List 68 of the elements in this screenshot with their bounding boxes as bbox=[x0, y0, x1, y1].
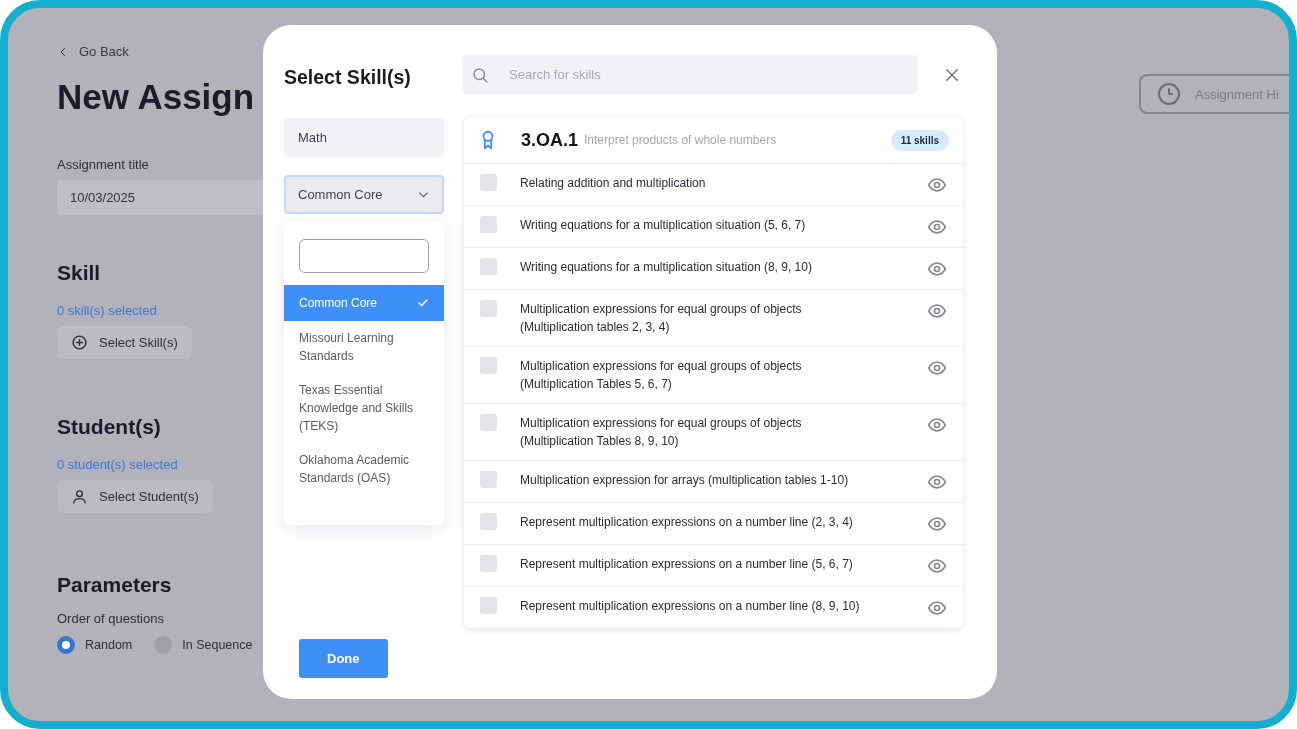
skill-name: Multiplication expressions for equal groups of objects (Multiplication Tables 8, 9, 10) bbox=[520, 415, 803, 450]
dropdown-option[interactable]: Texas Essential Knowledge and Skills (TEKS) bbox=[284, 373, 444, 443]
preview-button[interactable] bbox=[927, 175, 947, 195]
preview-button[interactable] bbox=[927, 472, 947, 492]
eye-icon bbox=[927, 472, 947, 492]
standard-description: Interpret products of whole numbers bbox=[584, 133, 777, 147]
select-student-button[interactable]: Select Student(s) bbox=[57, 480, 213, 513]
skill-name: Represent multiplication expressions on a number line (8, 9, 10) bbox=[520, 598, 861, 615]
preview-button[interactable] bbox=[927, 217, 947, 237]
skill-name: Multiplication expressions for equal groups of objects (Multiplication tables 2, 3, 4) bbox=[520, 301, 803, 336]
preview-button[interactable] bbox=[927, 598, 947, 618]
section-heading: Parameters bbox=[57, 573, 172, 597]
preview-button[interactable] bbox=[927, 259, 947, 279]
plus-circle-icon bbox=[71, 334, 88, 351]
section-heading: Skill bbox=[57, 261, 101, 285]
eye-icon bbox=[927, 556, 947, 576]
checkbox[interactable] bbox=[480, 216, 497, 233]
radio-button[interactable] bbox=[57, 636, 75, 654]
search-field[interactable]: Search for skills bbox=[462, 55, 917, 94]
field-label: Order of questions bbox=[57, 611, 164, 626]
radio-option[interactable]: In Sequence bbox=[154, 636, 253, 654]
checkbox[interactable] bbox=[480, 513, 497, 530]
search-icon bbox=[471, 66, 489, 84]
eye-icon bbox=[927, 358, 947, 378]
eye-icon bbox=[927, 175, 947, 195]
checkbox[interactable] bbox=[480, 597, 497, 614]
section-heading: Student(s) bbox=[57, 415, 161, 439]
skill-name: Writing equations for a multiplication situation (5, 6, 7) bbox=[520, 217, 807, 234]
user-icon bbox=[71, 488, 88, 505]
subject-field[interactable]: Math bbox=[284, 118, 444, 157]
page-title: New Assign bbox=[57, 77, 255, 117]
dropdown-option[interactable]: Oklahoma Academic Standards (OAS) bbox=[284, 443, 444, 495]
preview-button[interactable] bbox=[927, 514, 947, 534]
preview-button[interactable] bbox=[927, 301, 947, 321]
skill-name: Represent multiplication expressions on a number line (5, 6, 7) bbox=[520, 556, 854, 573]
select-skill-button[interactable]: Select Skill(s) bbox=[57, 326, 192, 359]
preview-button[interactable] bbox=[927, 415, 947, 435]
field-label: Assignment title bbox=[57, 157, 149, 172]
skill-name: Multiplication expression for arrays (multiplication tables 1-10) bbox=[520, 472, 850, 489]
eye-icon bbox=[927, 217, 947, 237]
preview-button[interactable] bbox=[927, 358, 947, 378]
eye-icon bbox=[927, 598, 947, 618]
dropdown-search-field[interactable] bbox=[299, 239, 429, 273]
modal-title: Select Skill(s) bbox=[284, 66, 412, 89]
eye-icon bbox=[927, 514, 947, 534]
skill-name: Represent multiplication expressions on a number line (2, 3, 4) bbox=[520, 514, 854, 531]
skill-name: Relating addition and multiplication bbox=[520, 175, 707, 192]
dropdown-option[interactable]: Missouri Learning Standards bbox=[284, 321, 444, 373]
checkbox[interactable] bbox=[480, 471, 497, 488]
radio-option[interactable]: Random bbox=[57, 636, 133, 654]
preview-button[interactable] bbox=[927, 556, 947, 576]
clock-icon bbox=[1157, 82, 1181, 106]
back-link[interactable]: Go Back bbox=[57, 44, 129, 59]
checkbox[interactable] bbox=[480, 414, 497, 431]
eye-icon bbox=[927, 415, 947, 435]
standard-code: 3.OA.1 bbox=[521, 129, 579, 151]
skill-count-badge: 11 skills bbox=[890, 129, 949, 151]
checkbox[interactable] bbox=[480, 300, 497, 317]
checkbox[interactable] bbox=[480, 258, 497, 275]
standard-select[interactable]: Common Core bbox=[284, 175, 444, 214]
checkbox[interactable] bbox=[480, 357, 497, 374]
skill-name: Multiplication expressions for equal groups of objects (Multiplication Tables 5, 6, 7) bbox=[520, 358, 803, 393]
checkbox[interactable] bbox=[480, 555, 497, 572]
eye-icon bbox=[927, 301, 947, 321]
skill-name: Writing equations for a multiplication situation (8, 9, 10) bbox=[520, 259, 813, 276]
checkbox[interactable] bbox=[480, 174, 497, 191]
eye-icon bbox=[927, 259, 947, 279]
check-icon bbox=[417, 297, 429, 309]
